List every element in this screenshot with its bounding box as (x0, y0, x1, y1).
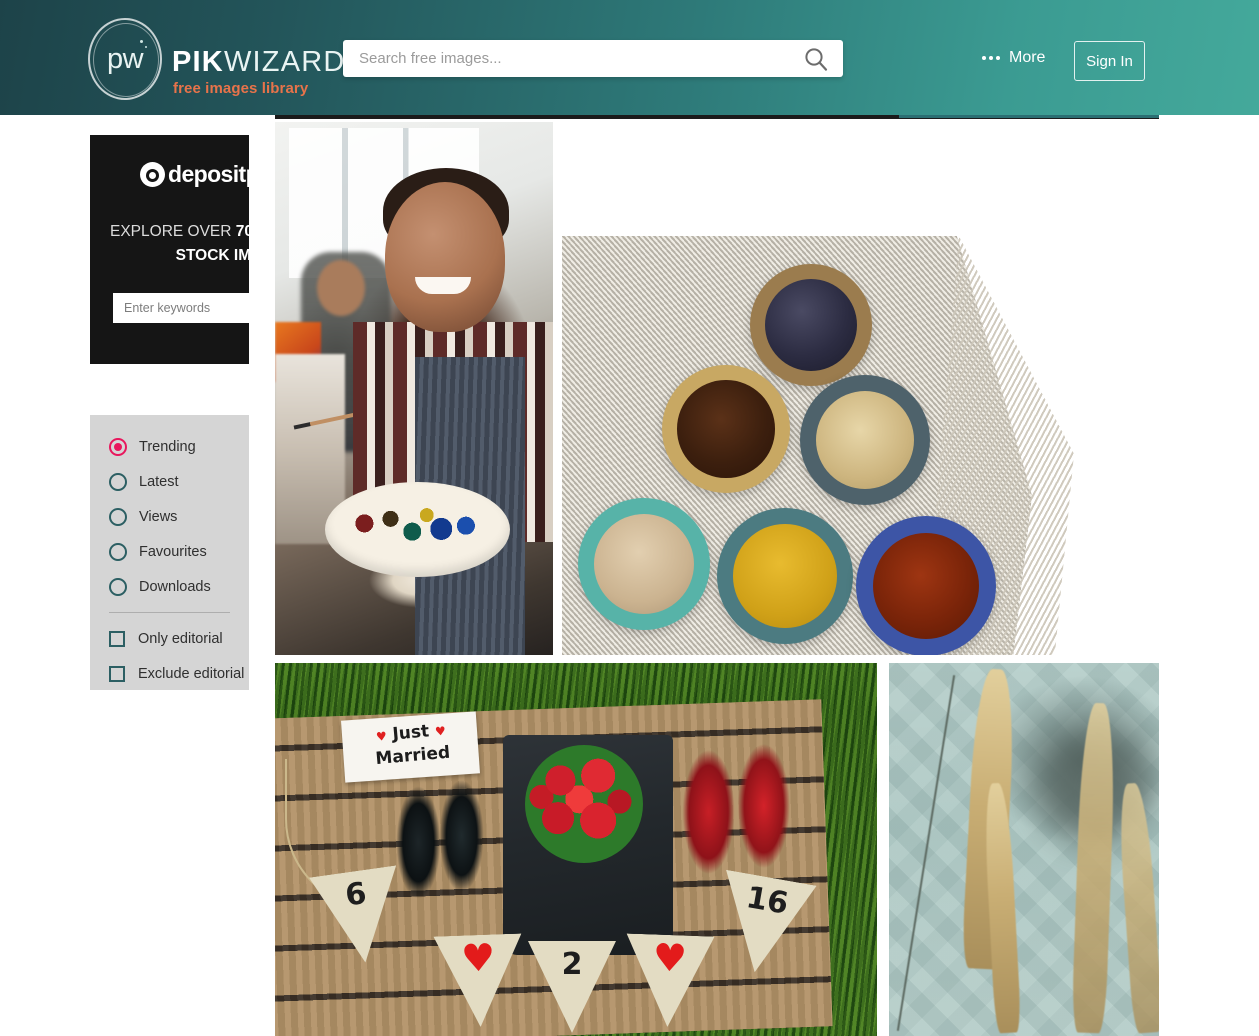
bowl-cloves (662, 365, 790, 493)
image-gallery-grid: ♥ Just ♥ Married 6 ♥ 2 ♥ 16 (0, 115, 1259, 1036)
logo-pw-text: pw (106, 42, 144, 75)
sign-line-2: Married (374, 742, 451, 770)
page-body: depositphotos EXPLORE OVER 70 STOCK IMAG… (0, 115, 1259, 1036)
bowl-coriander-seeds (800, 375, 930, 505)
gallery-tile-painter-smiling-with-palette[interactable] (275, 122, 553, 655)
brand-tagline: free images library (173, 80, 309, 97)
grass-seed-head-secondary (982, 782, 1022, 1034)
sign-in-button[interactable]: Sign In (1074, 41, 1145, 81)
bowl-dried-chillies (856, 516, 996, 655)
grass-stalk-background (1116, 782, 1159, 1034)
bowl-juniper-berries (750, 264, 872, 386)
search-input[interactable] (359, 40, 799, 77)
site-logo[interactable]: pw PIKWIZARD free images library (88, 14, 344, 102)
rose-bouquet (525, 745, 643, 863)
mens-shoes (393, 771, 487, 901)
site-header: pw PIKWIZARD free images library More Si… (0, 0, 1259, 115)
background-person-face (317, 260, 365, 316)
search-bar[interactable] (343, 40, 843, 77)
brand-name-light: WIZARD (223, 46, 346, 78)
thin-stem (896, 675, 956, 1031)
logo-sparkle-small-icon (145, 46, 147, 48)
gallery-tile-spice-bowls-on-linen[interactable] (562, 236, 1159, 655)
bowl-curry-powder (717, 508, 853, 644)
more-menu-button[interactable]: More (982, 49, 1045, 67)
smile (415, 277, 471, 294)
logo-sparkle-icon (140, 40, 143, 43)
face (385, 182, 505, 332)
ellipsis-icon (982, 56, 1000, 60)
gallery-tile-just-married-flatlay[interactable]: ♥ Just ♥ Married 6 ♥ 2 ♥ 16 (275, 663, 877, 1036)
heart-icon: ♥ (375, 729, 388, 744)
sign-line-1: Just (391, 721, 430, 745)
brand-name: PIKWIZARD (172, 46, 346, 79)
previous-row-remnant-right (899, 115, 1159, 118)
brand-name-bold: PIK (172, 46, 224, 78)
paint-blobs (347, 505, 492, 551)
just-married-sign-text: ♥ Just ♥ Married (351, 717, 472, 772)
search-icon[interactable] (803, 46, 829, 72)
heart-icon: ♥ (434, 723, 447, 739)
bowl-ginger-powder (578, 498, 710, 630)
gallery-tile-dry-grass-closeup[interactable] (889, 663, 1159, 1036)
more-menu-label: More (1009, 49, 1046, 66)
red-heels (675, 735, 795, 883)
